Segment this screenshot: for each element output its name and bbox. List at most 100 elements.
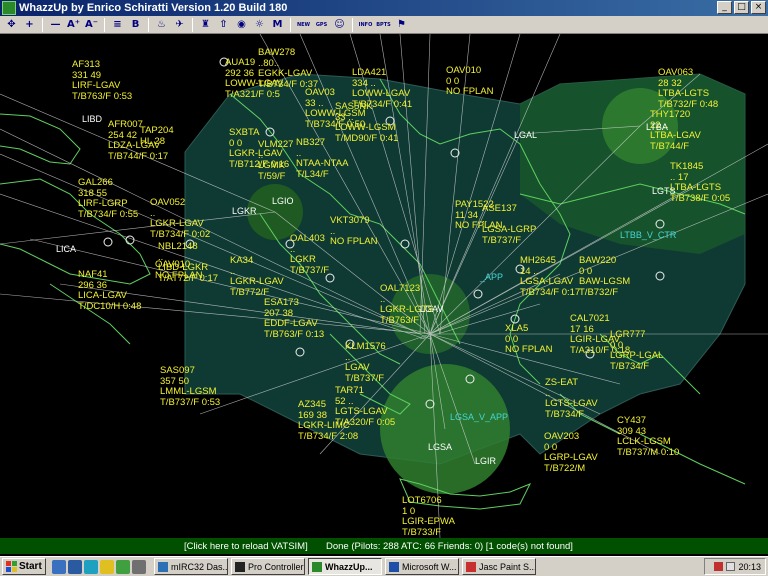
maximize-button[interactable]: □ (734, 1, 749, 14)
toolbar-separator (352, 17, 353, 32)
flight-label[interactable]: ESA173 207 38 EDDF-LGAV T/B763/F 0:13 (264, 297, 324, 340)
toolbar-separator (104, 17, 105, 32)
tray-app-icon[interactable] (714, 562, 724, 571)
window-titlebar[interactable]: WhazzUp by Enrico Schiratti Version 1.20… (0, 0, 768, 16)
metar-button[interactable]: M (269, 17, 286, 33)
font-smaller-button[interactable]: A⁻ (83, 17, 100, 33)
airport-label[interactable]: LGKR (232, 206, 257, 216)
flight-label[interactable]: OAV010 0 0 NO FPLAN (446, 65, 494, 98)
flight-label[interactable]: OAV052 .. LGKR-LGAV T/B734/F 0:02 (150, 197, 210, 240)
taskbar-button[interactable]: WhazzUp... (308, 558, 382, 575)
status-text: Done (Pilots: 288 ATC: 66 Friends: 0) [1… (326, 540, 573, 552)
quick-launch (52, 559, 146, 574)
flight-label[interactable]: BAW220 0 0 BAW-LGSM T/B732/F (579, 255, 630, 298)
sector-label: LTBB_V_CTR (620, 230, 677, 240)
flight-label[interactable]: NB327 .. NTAA-NTAA T/L34/F (296, 137, 348, 180)
flight-label[interactable]: KA34 .. LGKR-LGAV T/B772/F (230, 255, 284, 298)
zoom-out-button[interactable]: — (47, 17, 64, 33)
task-app-icon (389, 561, 399, 572)
new-button[interactable]: NEW (295, 17, 312, 33)
windows-logo-icon (6, 561, 17, 572)
task-app-icon (466, 561, 476, 572)
flight-label[interactable]: TAR71 52 .. LGTS-LGAV T/A320/F 0:05 (335, 385, 395, 428)
task-buttons: mIRC32 Das... Pro Controller WhazzUp... Mic… (154, 558, 536, 575)
airport-label[interactable]: LICA (56, 244, 76, 254)
taskbar: Start mIRC32 Das... Pro Controller WhazzUp… (0, 556, 768, 576)
start-button[interactable]: Start (2, 558, 46, 575)
flight-label[interactable]: MH2645 14 .. LGSA-LGAV T/B734/F 0:17 (520, 255, 580, 298)
hold-button[interactable]: ⇧ (215, 17, 232, 33)
bold-text-button[interactable]: B (127, 17, 144, 33)
toolbar-separator (290, 17, 291, 32)
flight-label[interactable]: GAL266 318 55 LIRF-LGRP T/B734/F 0:55 (78, 177, 138, 220)
bpts-button[interactable]: BPTS (375, 17, 392, 33)
flight-label[interactable]: LGR777 0 0 LGRP-LGAL T/B734/F (610, 329, 663, 372)
sector-label: _APP (480, 272, 504, 282)
flight-label[interactable]: XLA5 0 0 NO FPLAN (505, 323, 553, 356)
info-button[interactable]: INFO (357, 17, 374, 33)
gps-button[interactable]: GPS (313, 17, 330, 33)
flight-label[interactable]: OAV063 28 32 LTBA-LGTS T/B732/F 0:48 (658, 67, 718, 110)
airport-label[interactable]: LGTS (652, 186, 676, 196)
task-label: WhazzUp... (325, 561, 373, 572)
system-tray: 20:13 (704, 558, 766, 575)
flight-label[interactable]: AF313 331 49 LIRF-LGAV T/B763/F 0:53 (72, 59, 132, 102)
browser-icon[interactable] (68, 559, 82, 574)
toolbar-separator (42, 17, 43, 32)
flight-label[interactable]: BAW278 ..80.. EGKK-LGAV T/B734/F 0:37 (258, 47, 318, 90)
flight-label[interactable]: KLM1576 .. LGAV T/B737/F (345, 341, 386, 384)
clock: 20:13 (738, 561, 761, 572)
filter-button[interactable]: ☼ (251, 17, 268, 33)
taskbar-button[interactable]: Microsoft W... (385, 558, 459, 575)
flight-label[interactable]: TK1845 .. 17 LTBA-LGTS T/B738/F 0:05 (670, 161, 730, 204)
flag-button[interactable]: ⚑ (393, 17, 410, 33)
ndb-vor-button[interactable]: ◉ (233, 17, 250, 33)
taskbar-button[interactable]: mIRC32 Das... (154, 558, 228, 575)
tool-icon[interactable] (132, 559, 146, 574)
map-view[interactable]: AF313 331 49 LIRF-LGAV T/B763/F 0:53 AFR0… (0, 34, 768, 538)
friends-smiley-icon[interactable]: ☺ (331, 17, 348, 33)
app-quicklaunch-icon[interactable] (116, 559, 130, 574)
minimize-button[interactable]: _ (717, 1, 732, 14)
flight-label[interactable]: OAV203 0 0 LGRP-LGAV T/B722/M (544, 431, 598, 474)
task-app-icon (158, 561, 168, 572)
taskbar-button[interactable]: Jasc Paint S... (462, 558, 536, 575)
smiley-icon[interactable] (100, 559, 114, 574)
sector-label: LGSA_V_APP (450, 412, 509, 422)
flight-label[interactable]: OAV010 NO FPLAN (155, 259, 203, 281)
task-label: Microsoft W... (402, 561, 457, 572)
airport-label[interactable]: LGAV (420, 304, 443, 314)
close-button[interactable]: × (751, 1, 766, 14)
flight-label[interactable]: ASE137 .. LGSA-LGRP T/B737/F (482, 203, 536, 246)
flight-label[interactable]: VLM227 .. LGMK T/59/F (258, 139, 293, 182)
flight-label[interactable]: CY437 309 43 LCLK-LGSM T/B737/M 0:10 (617, 415, 679, 458)
tower-button[interactable]: ♜ (197, 17, 214, 33)
airport-label[interactable]: LGSA (428, 442, 452, 452)
toolbar-separator (192, 17, 193, 32)
flight-label[interactable]: SAS097 357 50 LMML-LGSM T/B737/F 0:53 (160, 365, 220, 408)
flight-label[interactable]: TAP204 HL 28 (140, 125, 174, 147)
lamp-icon[interactable]: ♨ (153, 17, 170, 33)
airport-label[interactable]: LTBA (646, 122, 668, 132)
reload-vatsim-link[interactable]: [Click here to reload VATSIM] (184, 541, 308, 552)
flight-label[interactable]: VKT3079 .. NO FPLAN (330, 215, 378, 248)
flight-label[interactable]: LOT6706 1 0 LGIR-EPWA T/B733/F (402, 495, 455, 538)
volume-icon[interactable] (726, 562, 736, 571)
show-desktop-icon[interactable] (52, 559, 66, 574)
task-label: Jasc Paint S... (479, 561, 536, 572)
aircraft-button[interactable]: ✈ (171, 17, 188, 33)
airport-label[interactable]: LGAL (514, 130, 537, 140)
flight-label[interactable]: ZS-EAT .. LGTS-LGAV T/B734/F (545, 377, 598, 420)
start-label: Start (19, 561, 42, 572)
airport-label[interactable]: LIBD (82, 114, 102, 124)
zoom-in-button[interactable]: + (21, 17, 38, 33)
pan-icon[interactable]: ✥ (3, 17, 20, 33)
text-options-button[interactable]: ≡ (109, 17, 126, 33)
media-icon[interactable] (84, 559, 98, 574)
flight-label[interactable]: OAL403 .. LGKR T/B737/F (290, 233, 329, 276)
airport-label[interactable]: LGIR (475, 456, 496, 466)
font-larger-button[interactable]: A⁺ (65, 17, 82, 33)
taskbar-button[interactable]: Pro Controller (231, 558, 305, 575)
flight-label[interactable]: NAF41 296 36 LICA-LGAV T/DC10/H 0:48 (78, 269, 141, 312)
airport-label[interactable]: LGIO (272, 196, 294, 206)
